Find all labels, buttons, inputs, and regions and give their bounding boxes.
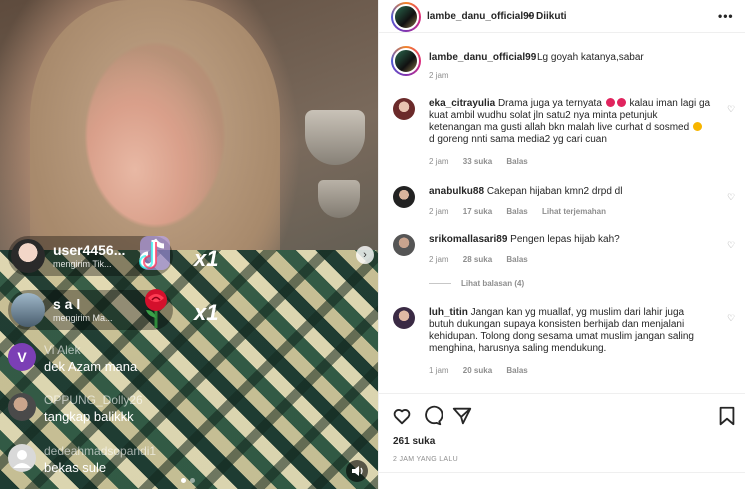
like-comment-icon[interactable]: ♡ xyxy=(727,192,737,202)
pendant-lamp xyxy=(305,110,365,165)
gift-notification: user4456... mengirim Tik... x1 xyxy=(8,236,218,276)
comment-username[interactable]: eka_citrayulia xyxy=(429,98,495,109)
comment-username: dedeahmadsopandi1 xyxy=(44,444,157,458)
avatar: V xyxy=(8,343,36,371)
share-icon[interactable] xyxy=(451,405,473,427)
gift-sender-name: s a l xyxy=(53,295,81,312)
like-comment-icon[interactable]: ♡ xyxy=(727,313,737,323)
comment-text: tangkap balikkk xyxy=(44,409,134,424)
sound-toggle-button[interactable] xyxy=(346,460,368,482)
reply-button[interactable]: Balas xyxy=(506,255,527,264)
comment-likes[interactable]: 33 suka xyxy=(463,157,492,166)
gift-description: mengirim Tik... xyxy=(53,258,112,269)
reply-button[interactable]: Balas xyxy=(506,207,527,216)
default-avatar-icon xyxy=(13,450,31,468)
gift-notification: s a l mengirim Ma... x1 xyxy=(8,289,218,330)
laughing-emoji-icon xyxy=(605,98,615,107)
comment-time: 2 jam xyxy=(429,157,449,166)
avatar xyxy=(11,293,45,327)
comment-text: Drama juga ya ternyata xyxy=(497,98,602,109)
comment-likes[interactable]: 28 suka xyxy=(463,255,492,264)
caption-time: 2 jam xyxy=(429,71,449,80)
separator-dot: • xyxy=(528,11,532,22)
laughing-emoji-icon xyxy=(616,98,626,107)
divider xyxy=(379,393,745,394)
divider xyxy=(379,32,745,33)
comment-username[interactable]: luh_titin xyxy=(429,307,468,318)
live-video-frame[interactable]: user4456... mengirim Tik... x1 s a l men… xyxy=(0,0,378,489)
like-count[interactable]: 261 suka xyxy=(393,436,435,447)
heart-icon[interactable] xyxy=(391,405,413,427)
author-username[interactable]: lambe_danu_official99 xyxy=(427,11,534,22)
avatar[interactable] xyxy=(393,307,415,329)
avatar[interactable] xyxy=(393,234,415,256)
avatar[interactable] xyxy=(393,98,415,120)
comment-text: Jangan kan yg muallaf, yg muslim dari la… xyxy=(429,307,694,354)
avatar xyxy=(8,444,36,472)
caption-username[interactable]: lambe_danu_official99 xyxy=(429,52,536,63)
pendant-lamp xyxy=(318,180,360,218)
comment-time: 2 jam xyxy=(429,207,449,216)
comment-username: Vi Alek xyxy=(44,343,81,357)
see-translation-button[interactable]: Lihat terjemahan xyxy=(542,207,606,216)
comment-text: Cakepan hijaban kmn2 drpd dl xyxy=(486,186,623,197)
reply-button[interactable]: Balas xyxy=(506,157,527,166)
next-slide-button[interactable]: › xyxy=(356,246,374,264)
gift-count: x1 xyxy=(194,246,219,271)
avatar[interactable] xyxy=(393,186,415,208)
follow-status-button[interactable]: Diikuti xyxy=(536,11,567,22)
comment-text: Pengen lepas hijab kah? xyxy=(510,234,620,245)
reply-button[interactable]: Balas xyxy=(506,366,527,375)
comment-icon[interactable] xyxy=(421,405,443,427)
comment-username[interactable]: anabulku88 xyxy=(429,186,484,197)
carousel-indicator xyxy=(181,478,195,483)
comment-text: bekas sule xyxy=(44,460,107,475)
more-options-icon[interactable]: ••• xyxy=(718,9,734,23)
post-action-bar xyxy=(379,405,745,427)
like-comment-icon[interactable]: ♡ xyxy=(727,240,737,250)
gift-count: x1 xyxy=(194,300,219,325)
sad-emoji-icon xyxy=(692,122,702,131)
avatar xyxy=(11,239,45,273)
comment-likes[interactable]: 17 suka xyxy=(463,207,492,216)
tiktok-note-icon xyxy=(139,236,170,270)
comment-username: OPPUNG_Dolly26 xyxy=(44,393,143,407)
comment-text: dek Azam mana xyxy=(44,359,138,374)
avatar xyxy=(8,393,36,421)
view-replies-button[interactable]: Lihat balasan (4) xyxy=(429,279,524,288)
comment-time: 1 jam xyxy=(429,366,449,375)
divider xyxy=(379,472,745,473)
post-timestamp: 2 JAM YANG LALU xyxy=(393,456,458,463)
comment-username[interactable]: srikomallasari89 xyxy=(429,234,507,245)
comment-time: 2 jam xyxy=(429,255,449,264)
speaker-icon xyxy=(352,466,363,476)
gift-description: mengirim Ma... xyxy=(53,312,113,323)
rose-icon xyxy=(145,289,167,328)
comment-likes[interactable]: 20 suka xyxy=(463,366,492,375)
post-sidebar: lambe_danu_official99 • Diikuti ••• lamb… xyxy=(378,0,745,489)
author-avatar[interactable] xyxy=(391,2,421,32)
caption-text: Lg goyah katanya,sabar xyxy=(537,52,644,63)
bookmark-icon[interactable] xyxy=(716,405,738,427)
author-avatar[interactable] xyxy=(391,46,421,76)
gift-sender-name: user4456... xyxy=(53,241,126,258)
comment-text: d goreng nnti sama media2 yg cari cuan xyxy=(429,134,607,145)
like-comment-icon[interactable]: ♡ xyxy=(727,104,737,114)
